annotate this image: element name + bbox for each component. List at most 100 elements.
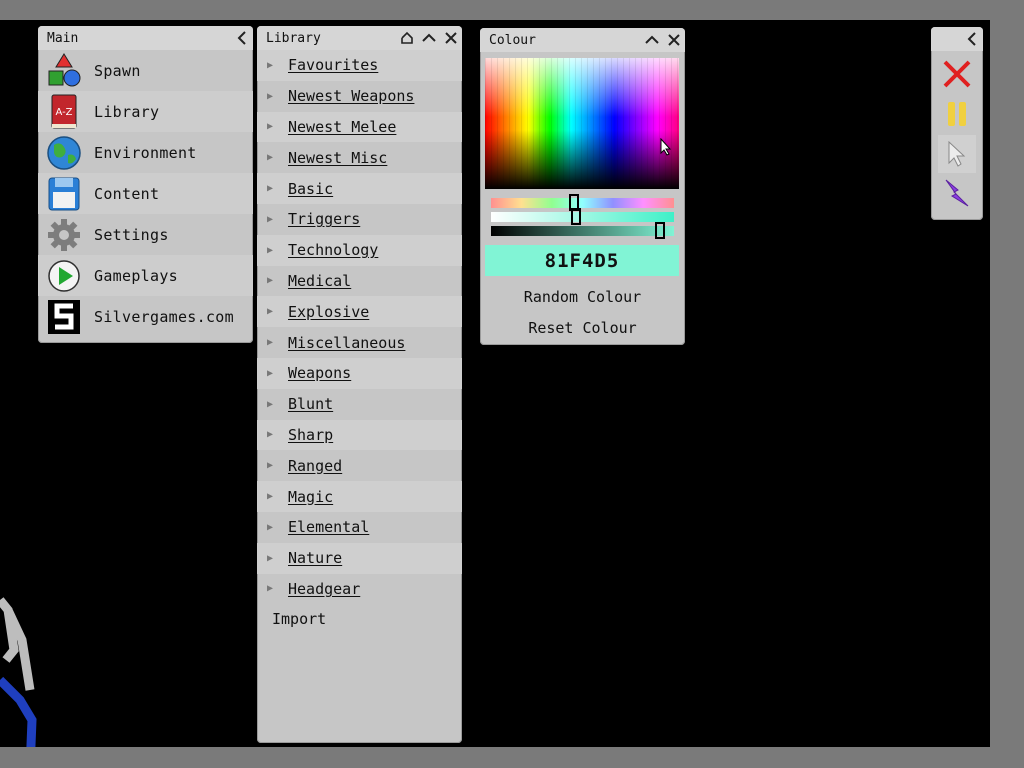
expand-arrow-icon[interactable]: ▶	[267, 275, 277, 286]
collapse-left-icon[interactable]	[961, 27, 983, 51]
expand-arrow-icon[interactable]: ▶	[267, 337, 277, 348]
library-category-label: Nature	[288, 549, 343, 568]
library-category-item[interactable]: ▶ Elemental	[257, 512, 462, 543]
library-category-list: ▶ Favourites ▶ Newest Weapons ▶ Newest Melee ▶…	[257, 50, 462, 604]
tool-panel	[931, 27, 983, 220]
globe-icon	[46, 135, 82, 171]
expand-arrow-icon[interactable]: ▶	[267, 522, 277, 533]
library-category-item[interactable]: ▶ Sharp	[257, 419, 462, 451]
main-panel: Main Spawn A-Z Library Environment Conte…	[38, 26, 253, 343]
chevron-up-icon[interactable]	[641, 28, 663, 52]
main-item-label: Environment	[94, 143, 197, 162]
expand-arrow-icon[interactable]: ▶	[267, 306, 277, 317]
expand-arrow-icon[interactable]: ▶	[267, 245, 277, 256]
close-x-icon	[943, 60, 971, 88]
expand-arrow-icon[interactable]: ▶	[267, 460, 277, 471]
home-icon[interactable]	[396, 26, 418, 50]
main-item-settings[interactable]: Settings	[38, 214, 253, 255]
expand-arrow-icon[interactable]: ▶	[267, 399, 277, 410]
library-panel: Library ▶ Favourites ▶ Newest Weapons ▶ Newes…	[257, 26, 462, 743]
expand-arrow-icon[interactable]: ▶	[267, 121, 277, 132]
main-item-gameplays[interactable]: Gameplays	[38, 255, 253, 296]
library-category-label: Newest Misc	[288, 148, 388, 167]
library-category-label: Technology	[288, 241, 379, 260]
library-category-item[interactable]: ▶ Newest Weapons	[257, 81, 462, 112]
library-category-item[interactable]: ▶ Medical	[257, 266, 462, 297]
hex-colour-value[interactable]: 81F4D5	[485, 245, 679, 276]
main-item-silvergames[interactable]: Silvergames.com	[38, 296, 253, 337]
library-category-item[interactable]: ▶ Technology	[257, 234, 462, 266]
play-icon	[46, 258, 82, 294]
library-category-item[interactable]: ▶ Weapons	[257, 357, 462, 389]
library-category-label: Newest Weapons	[288, 87, 415, 106]
library-category-item[interactable]: ▶ Ranged	[257, 450, 462, 481]
saturation-slider-thumb[interactable]	[570, 208, 581, 225]
main-panel-header[interactable]: Main	[38, 26, 253, 50]
expand-arrow-icon[interactable]: ▶	[267, 91, 277, 102]
pointer-tool-button[interactable]	[938, 135, 976, 173]
main-item-label: Settings	[94, 225, 169, 244]
library-category-item[interactable]: ▶ Blunt	[257, 389, 462, 420]
pause-button[interactable]	[938, 95, 976, 133]
library-panel-title: Library	[266, 30, 321, 46]
library-category-item[interactable]: ▶ Explosive	[257, 296, 462, 328]
book-icon: A-Z	[46, 94, 82, 130]
library-category-item[interactable]: ▶ Basic	[257, 173, 462, 204]
library-category-item[interactable]: ▶ Triggers	[257, 204, 462, 235]
close-icon[interactable]	[440, 26, 462, 50]
pointer-icon	[948, 141, 966, 167]
library-category-item[interactable]: ▶ Miscellaneous	[257, 327, 462, 358]
library-category-label: Weapons	[288, 364, 352, 383]
library-category-item[interactable]: ▶ Favourites	[257, 50, 462, 81]
colour-panel-title: Colour	[489, 32, 536, 48]
reset-colour-button[interactable]: Reset Colour	[480, 314, 685, 342]
saturation-slider[interactable]	[491, 208, 674, 225]
library-category-label: Triggers	[288, 210, 361, 229]
main-menu-list: Spawn A-Z Library Environment Content Se…	[38, 50, 253, 337]
library-category-label: Miscellaneous	[288, 333, 406, 352]
main-item-label: Content	[94, 184, 160, 203]
hue-slider[interactable]	[491, 194, 674, 211]
library-panel-header[interactable]: Library	[257, 26, 462, 50]
library-category-label: Explosive	[288, 302, 370, 321]
random-colour-button[interactable]: Random Colour	[480, 283, 685, 311]
expand-arrow-icon[interactable]: ▶	[267, 152, 277, 163]
library-category-item[interactable]: ▶ Magic	[257, 481, 462, 512]
tool-panel-header[interactable]	[931, 27, 983, 51]
expand-arrow-icon[interactable]: ▶	[267, 214, 277, 225]
close-icon[interactable]	[663, 28, 685, 52]
colour-panel-header[interactable]: Colour	[480, 28, 685, 52]
ragdoll-figure[interactable]	[0, 580, 60, 747]
chevron-up-icon[interactable]	[418, 26, 440, 50]
library-category-label: Basic	[288, 179, 334, 198]
bottom-frame	[0, 747, 1024, 768]
expand-arrow-icon[interactable]: ▶	[267, 60, 277, 71]
main-item-library[interactable]: A-Z Library	[38, 91, 253, 132]
value-slider-thumb[interactable]	[655, 222, 666, 239]
main-item-spawn[interactable]: Spawn	[38, 50, 253, 91]
silvergames-logo-icon	[46, 299, 82, 335]
library-category-item[interactable]: ▶ Nature	[257, 542, 462, 574]
collapse-left-icon[interactable]	[231, 26, 253, 50]
colour-spectrum-picker[interactable]	[485, 58, 679, 189]
library-category-item[interactable]: ▶ Newest Misc	[257, 142, 462, 173]
library-category-item[interactable]: ▶ Newest Melee	[257, 111, 462, 143]
expand-arrow-icon[interactable]: ▶	[267, 368, 277, 379]
import-button[interactable]: Import	[257, 604, 462, 634]
library-category-label: Elemental	[288, 518, 370, 537]
expand-arrow-icon[interactable]: ▶	[267, 553, 277, 564]
expand-arrow-icon[interactable]: ▶	[267, 429, 277, 440]
expand-arrow-icon[interactable]: ▶	[267, 183, 277, 194]
library-category-label: Blunt	[288, 395, 334, 414]
power-tool-button[interactable]	[938, 175, 976, 213]
main-item-environment[interactable]: Environment	[38, 132, 253, 173]
expand-arrow-icon[interactable]: ▶	[267, 583, 277, 594]
main-item-content[interactable]: Content	[38, 173, 253, 214]
spectrum-overlay	[485, 58, 679, 189]
value-slider[interactable]	[491, 222, 674, 239]
expand-arrow-icon[interactable]: ▶	[267, 491, 277, 502]
library-category-item[interactable]: ▶ Headgear	[257, 574, 462, 605]
library-category-label: Medical	[288, 271, 352, 290]
delete-tool-button[interactable]	[938, 55, 976, 93]
mouse-cursor-icon	[660, 138, 672, 156]
